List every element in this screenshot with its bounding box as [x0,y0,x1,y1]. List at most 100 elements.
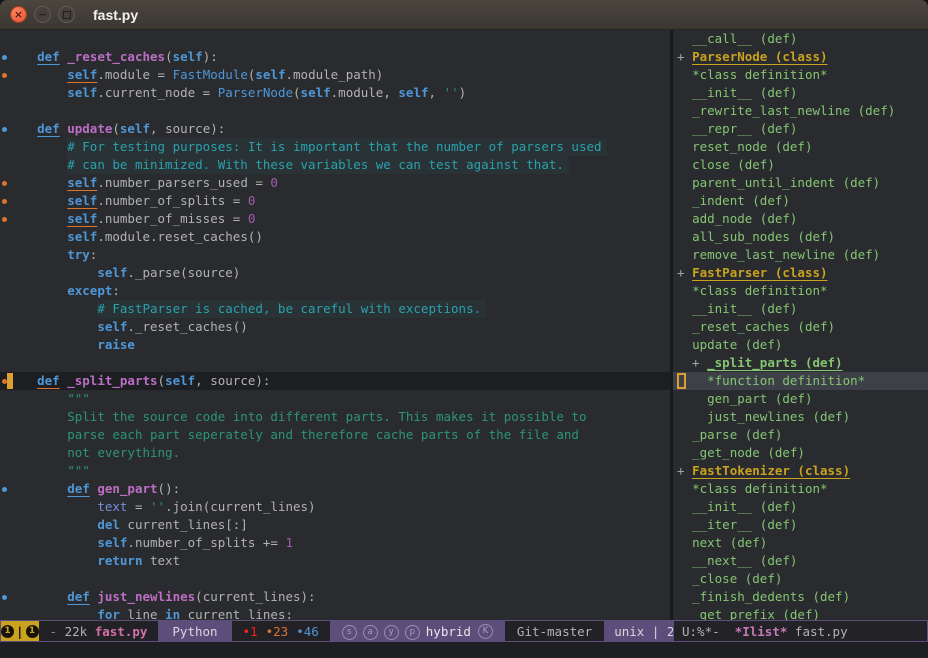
imenu-entry-label[interactable]: close (def) [692,157,775,172]
code-editor[interactable]: def _reset_caches(self): self.module = F… [0,30,670,620]
code-line[interactable]: # For testing purposes: It is important … [0,138,670,156]
major-mode-label[interactable]: Python [172,624,217,639]
flycheck-warning-count[interactable]: •23 [266,624,289,639]
code-line[interactable]: self.number_of_misses = 0 [0,210,670,228]
code-line[interactable]: except: [0,282,670,300]
imenu-entry-label[interactable]: reset_node (def) [692,139,812,154]
imenu-entry[interactable]: + FastTokenizer (class) [673,462,928,480]
imenu-entry-label[interactable]: __repr__ (def) [692,121,797,136]
imenu-entry-label[interactable]: __call__ (def) [692,31,797,46]
imenu-entry-label[interactable]: __iter__ (def) [692,517,797,532]
echo-area[interactable] [0,642,928,658]
imenu-entry-label[interactable]: all_sub_nodes (def) [692,229,835,244]
code-line[interactable]: def _split_parts(self, source): [0,372,670,390]
minor-mode-a-icon[interactable]: a [363,625,378,640]
imenu-entry[interactable]: all_sub_nodes (def) [673,228,928,246]
vc-segment[interactable]: Git-master [505,621,604,641]
imenu-entry-label[interactable]: gen_part (def) [707,391,812,406]
imenu-entry-label[interactable]: *class definition* [692,481,827,496]
imenu-entry[interactable]: __init__ (def) [673,498,928,516]
imenu-entry[interactable]: + FastParser (class) [673,264,928,282]
imenu-entry[interactable]: __init__ (def) [673,84,928,102]
imenu-entry[interactable]: _get_node (def) [673,444,928,462]
code-line[interactable]: self._reset_caches() [0,318,670,336]
imenu-entry-label[interactable]: FastParser (class) [692,265,827,280]
imenu-entry[interactable]: __init__ (def) [673,300,928,318]
code-line[interactable]: self._parse(source) [0,264,670,282]
code-line[interactable]: def just_newlines(current_lines): [0,588,670,606]
imenu-entry-label[interactable]: __init__ (def) [692,85,797,100]
code-line[interactable]: parse each part seperately and therefore… [0,426,670,444]
imenu-entry-label[interactable]: _reset_caches (def) [692,319,835,334]
imenu-entry-label[interactable]: update (def) [692,337,782,352]
imenu-entry-label[interactable]: _split_parts (def) [707,355,842,370]
imenu-entry-label[interactable]: next (def) [692,535,767,550]
imenu-entry-label[interactable]: remove_last_newline (def) [692,247,880,262]
code-line[interactable]: raise [0,336,670,354]
editing-style-label[interactable]: hybrid [426,624,471,639]
imenu-entry-label[interactable]: *class definition* [692,67,827,82]
imenu-entry-label[interactable]: *function definition* [707,373,865,388]
imenu-entry-label[interactable]: _rewrite_last_newline (def) [692,103,895,118]
imenu-entry[interactable]: _reset_caches (def) [673,318,928,336]
code-line[interactable]: try: [0,246,670,264]
imenu-entry[interactable]: *class definition* [673,480,928,498]
code-line[interactable]: """ [0,390,670,408]
imenu-entry-label[interactable]: _close (def) [692,571,782,586]
imenu-entry[interactable]: _finish_dedents (def) [673,588,928,606]
code-line[interactable]: Split the source code into different par… [0,408,670,426]
expand-icon[interactable]: + [677,265,692,280]
code-line[interactable]: def _reset_caches(self): [0,48,670,66]
imenu-entry[interactable]: _rewrite_last_newline (def) [673,102,928,120]
imenu-entry-label[interactable]: __next__ (def) [692,553,797,568]
code-line[interactable]: self.number_of_splits = 0 [0,192,670,210]
imenu-entry[interactable]: update (def) [673,336,928,354]
imenu-entry[interactable]: *function definition* [673,372,928,390]
imenu-entry[interactable]: __repr__ (def) [673,120,928,138]
minor-mode-icons[interactable]: sayp [342,622,426,640]
maximize-button[interactable] [58,6,75,23]
imenu-entry-label[interactable]: parent_until_indent (def) [692,175,880,190]
imenu-entry-label[interactable]: just_newlines (def) [707,409,850,424]
imenu-entry[interactable]: _indent (def) [673,192,928,210]
code-line[interactable]: """ [0,462,670,480]
imenu-entry-label[interactable]: _get_node (def) [692,445,805,460]
imenu-entry-label[interactable]: _finish_dedents (def) [692,589,850,604]
imenu-entry[interactable]: __call__ (def) [673,30,928,48]
imenu-entry[interactable]: _parse (def) [673,426,928,444]
imenu-entry[interactable]: + ParserNode (class) [673,48,928,66]
imenu-entry-label[interactable]: __init__ (def) [692,499,797,514]
imenu-entry-label[interactable]: *class definition* [692,283,827,298]
code-line[interactable]: self.number_parsers_used = 0 [0,174,670,192]
minor-mode-s-icon[interactable]: s [342,625,357,640]
code-line[interactable]: self.module.reset_caches() [0,228,670,246]
close-button[interactable]: × [10,6,27,23]
minimize-button[interactable]: − [34,6,51,23]
imenu-entry[interactable]: + _split_parts (def) [673,354,928,372]
imenu-entry[interactable]: gen_part (def) [673,390,928,408]
expand-icon[interactable]: + [677,355,707,370]
code-line[interactable]: self.number_of_splits += 1 [0,534,670,552]
imenu-entry[interactable]: _get_prefix (def) [673,606,928,620]
code-line[interactable] [0,354,670,372]
code-line[interactable] [0,30,670,48]
flycheck-info-count[interactable]: •46 [296,624,319,639]
imenu-entry-label[interactable]: FastTokenizer (class) [692,463,850,478]
buffer-info-segment[interactable]: - 22k fast.py [39,621,159,641]
expand-icon[interactable]: + [677,49,692,64]
code-line[interactable] [0,570,670,588]
imenu-entry-label[interactable]: ParserNode (class) [692,49,827,64]
code-line[interactable]: not everything. [0,444,670,462]
modified-indicator[interactable]: - [50,624,58,639]
titlebar[interactable]: × − fast.py [0,0,928,30]
code-line[interactable]: for line in current_lines: [0,606,670,620]
code-line[interactable]: return text [0,552,670,570]
imenu-list-sidebar[interactable]: __call__ (def)+ ParserNode (class) *clas… [673,30,928,620]
imenu-entry[interactable]: parent_until_indent (def) [673,174,928,192]
imenu-entry-label[interactable]: _get_prefix (def) [692,607,820,620]
imenu-entry[interactable]: reset_node (def) [673,138,928,156]
imenu-entry[interactable]: remove_last_newline (def) [673,246,928,264]
minor-mode-y-icon[interactable]: y [384,625,399,640]
imenu-entry[interactable]: __next__ (def) [673,552,928,570]
imenu-entry[interactable]: _close (def) [673,570,928,588]
